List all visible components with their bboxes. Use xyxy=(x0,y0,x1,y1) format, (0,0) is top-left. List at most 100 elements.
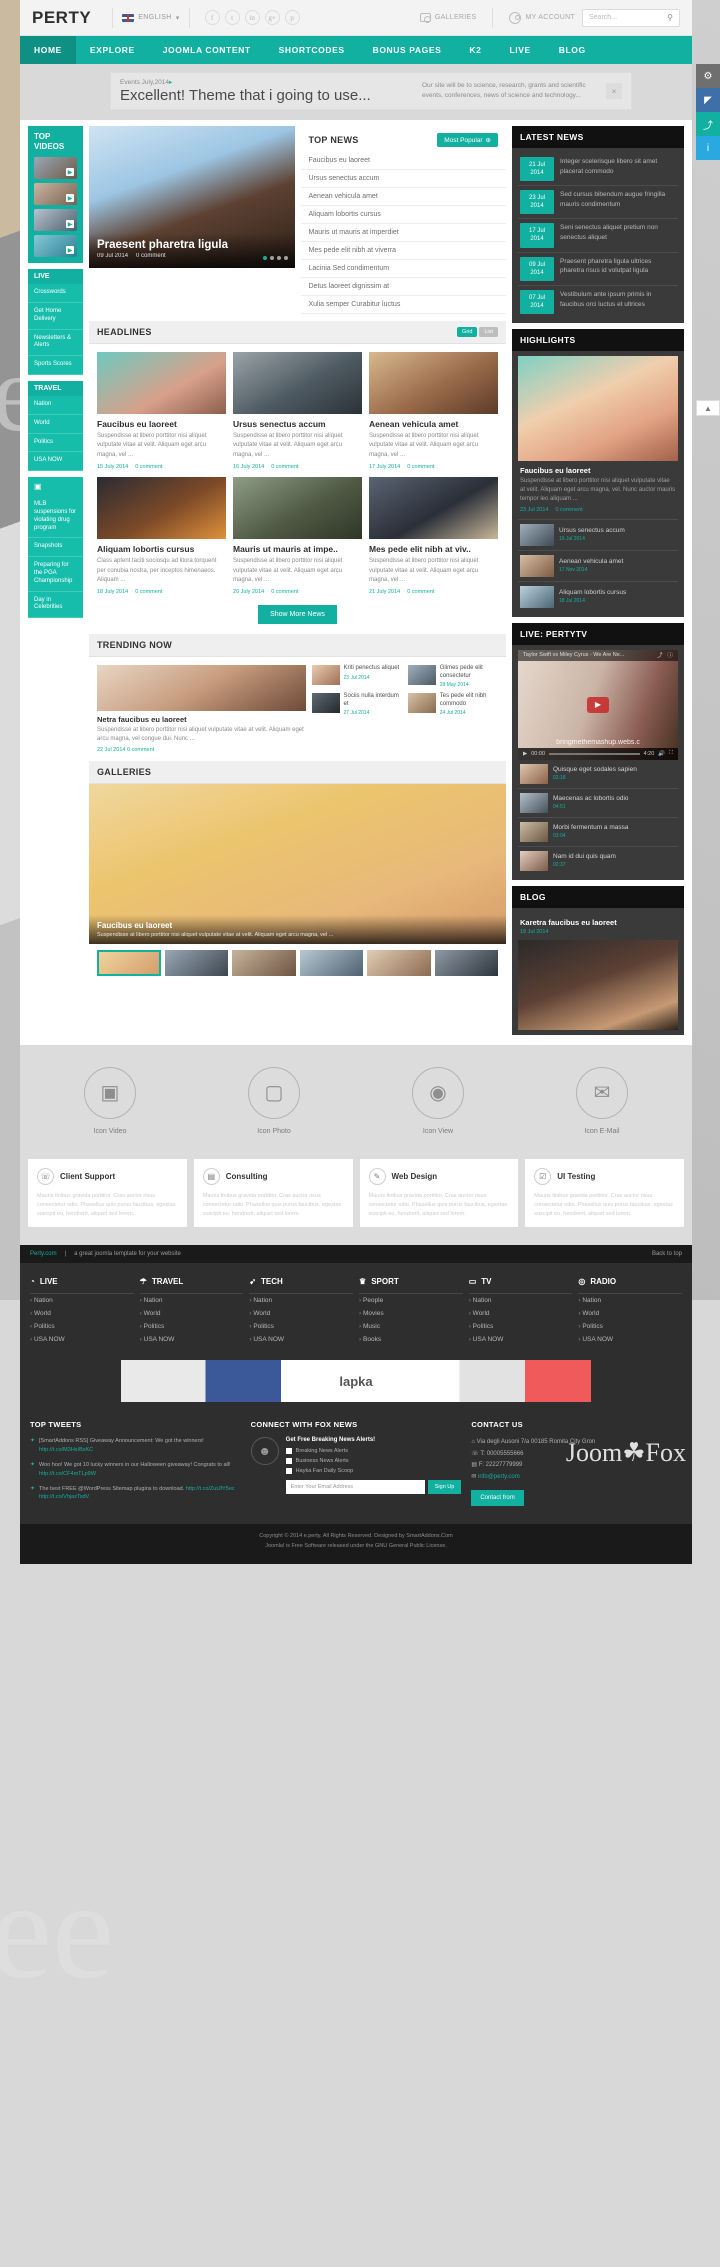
footer-link[interactable]: USA NOW xyxy=(469,1333,573,1346)
checkbox-icon[interactable] xyxy=(285,1458,292,1465)
video-list-item[interactable]: Quisque eget sodales sapien 02:18 xyxy=(518,760,678,789)
headline-card[interactable]: Faucibus eu laoreet Suspendisse at liber… xyxy=(97,352,226,470)
checkbox-icon[interactable] xyxy=(285,1468,292,1475)
gallery-main-image[interactable]: Faucibus eu laoreet Suspendisse at liber… xyxy=(89,784,506,945)
video-thumb[interactable]: ▶ xyxy=(34,209,77,232)
nav-item-bonus-pages[interactable]: BONUS PAGES xyxy=(359,36,456,64)
latest-news-item[interactable]: 21 Jul 2014 Integer scelerisque libero s… xyxy=(518,153,678,187)
carousel-dot[interactable] xyxy=(269,256,274,260)
footer-link[interactable]: Music xyxy=(359,1320,463,1333)
wrench-icon[interactable]: ⚙ xyxy=(696,64,720,88)
trending-item[interactable]: Sociis nulla interdum et 27 Jul 2014 xyxy=(311,693,402,716)
footer-link[interactable]: World xyxy=(249,1307,353,1320)
footer-link[interactable]: World xyxy=(469,1307,573,1320)
latest-news-text[interactable]: Integer scelerisque libero sit amet plac… xyxy=(560,157,676,181)
card-title[interactable]: Mauris ut mauris at impe.. xyxy=(233,544,362,554)
footer-link[interactable]: People xyxy=(359,1294,463,1307)
item-title[interactable]: Kriti penectus aliquet xyxy=(344,665,400,673)
card-title[interactable]: Ursus senectus accum xyxy=(233,419,362,429)
card-title[interactable]: Faucibus eu laoreet xyxy=(97,419,226,429)
language-selector[interactable]: ENGLISH ▾ xyxy=(122,13,179,22)
rail-item-get-home-delivery[interactable]: Get Home Delivery xyxy=(28,302,83,330)
highlights-item[interactable]: Ursus senectus accum 16 Jul 2014 xyxy=(518,518,678,550)
top-news-item[interactable]: Aenean vehicula amet xyxy=(300,188,506,206)
footer-ad-banner[interactable]: lapka xyxy=(121,1360,591,1403)
item-title[interactable]: Nam id dui quis quam xyxy=(553,853,616,860)
gallery-thumb[interactable] xyxy=(367,950,431,977)
item-title[interactable]: Tes pede elit nibh commodo xyxy=(440,693,498,708)
rail-item-mlb[interactable]: MLB suspensions for violating drug progr… xyxy=(28,496,83,539)
top-news-item[interactable]: Ursus senectus accum xyxy=(300,170,506,188)
rail-item-pga[interactable]: Preparing for the PGA Championship xyxy=(28,557,83,592)
trending-item[interactable]: Glimes pede elit consectetur 28 May 2014 xyxy=(407,665,498,688)
footer-link[interactable]: USA NOW xyxy=(249,1333,353,1346)
search-box[interactable]: Search... ⚲ xyxy=(582,8,680,27)
gallery-thumb[interactable] xyxy=(232,950,296,977)
connect-option[interactable]: Hayka Fan Daily Scoop xyxy=(285,1468,462,1475)
item-title[interactable]: Maecenas ac lobortis odio xyxy=(553,795,629,802)
highlights-item[interactable]: Aliquam lobortis cursus 18 Jul 2014 xyxy=(518,580,678,612)
grid-view-button[interactable]: Grid xyxy=(457,327,478,337)
service-card-consulting[interactable]: ▤ Consulting Mauris finibus gravida port… xyxy=(193,1158,353,1228)
footer-link[interactable]: Nation xyxy=(578,1294,682,1307)
card-title[interactable]: Aliquam lobortis cursus xyxy=(97,544,226,554)
rail-item-newsletters-alerts[interactable]: Newsletters & Alerts xyxy=(28,329,83,357)
back-to-top-button[interactable]: ▲ xyxy=(696,400,720,416)
video-thumb[interactable]: ▶ xyxy=(34,183,77,206)
twitter-icon[interactable]: t xyxy=(224,10,240,25)
carousel-dots[interactable] xyxy=(262,256,288,260)
top-news-item[interactable]: Faucibus eu laoreet xyxy=(300,152,506,170)
volume-icon[interactable]: 🔊 xyxy=(658,751,665,757)
sign-up-button[interactable]: Sign Up xyxy=(427,1480,462,1495)
footer-link[interactable]: USA NOW xyxy=(30,1333,134,1346)
icon-block-view[interactable]: ◉ Icon View xyxy=(412,1066,464,1135)
footer-link[interactable]: Politics xyxy=(30,1320,134,1333)
top-news-item[interactable]: Mauris ut mauris at imperdiet xyxy=(300,224,506,242)
item-title[interactable]: Quisque eget sodales sapien xyxy=(553,766,637,773)
search-input[interactable]: Search... xyxy=(589,14,617,21)
latest-news-item[interactable]: 09 Jul 2014 Praesent pharetra ligula ult… xyxy=(518,253,678,286)
footer-brand[interactable]: Perty.com xyxy=(30,1251,57,1257)
footer-link[interactable]: Politics xyxy=(469,1320,573,1333)
rail-item-nation[interactable]: Nation xyxy=(28,395,83,415)
latest-news-text[interactable]: Seni senectus aliquet pretium non senect… xyxy=(560,223,676,247)
share-icon[interactable]: ⤴ xyxy=(657,651,663,659)
galleries-link[interactable]: GALLERIES xyxy=(419,13,477,23)
item-title[interactable]: Aliquam lobortis cursus xyxy=(559,589,626,596)
latest-news-item[interactable]: 07 Jul 2014 Vestibulum ante ipsum primis… xyxy=(518,286,678,318)
video-list-item[interactable]: Nam id dui quis quam 02:37 xyxy=(518,847,678,875)
icon-block-video[interactable]: ▣ Icon Video xyxy=(84,1066,136,1135)
headline-card[interactable]: Aenean vehicula amet Suspendisse at libe… xyxy=(369,352,498,470)
latest-news-item[interactable]: 23 Jul 2014 Sed cursus bibendum augue fr… xyxy=(518,186,678,220)
my-account-link[interactable]: MY ACCOUNT xyxy=(509,11,575,24)
carousel-dot[interactable] xyxy=(283,256,288,260)
rail-item-usa-now[interactable]: USA NOW xyxy=(28,452,83,472)
gallery-thumb[interactable] xyxy=(164,950,228,977)
featured-video[interactable]: Praesent pharetra ligula 09 Jul 2014 0 c… xyxy=(89,126,295,268)
highlights-item[interactable]: Aenean vehicula amet 17 Nov 2014 xyxy=(518,549,678,581)
latest-news-text[interactable]: Vestibulum ante ipsum primis in faucibus… xyxy=(560,290,676,314)
player-controls[interactable]: ▶ 00:00 4:20 🔊 ⛶ xyxy=(518,747,678,760)
item-title[interactable]: Aenean vehicula amet xyxy=(559,558,623,565)
top-news-item[interactable]: Lacinia Sed condimentum xyxy=(300,260,506,278)
most-popular-button[interactable]: Most Popular ⊕ xyxy=(437,133,498,147)
footer-link[interactable]: Books xyxy=(359,1333,463,1346)
gallery-thumb[interactable] xyxy=(299,950,363,977)
share-icon[interactable]: ⤴ xyxy=(696,112,720,136)
info-icon[interactable]: ⓘ xyxy=(667,651,673,659)
email-input[interactable]: Enter Your Email Address xyxy=(285,1480,425,1495)
blog-post-title[interactable]: Karetra faucibus eu laoreet xyxy=(520,918,676,927)
card-title[interactable]: Mes pede elit nibh at viv.. xyxy=(369,544,498,554)
footer-link[interactable]: World xyxy=(140,1307,244,1320)
footer-link[interactable]: Nation xyxy=(469,1294,573,1307)
connect-option[interactable]: Business News Alerts xyxy=(285,1458,462,1465)
gallery-thumb[interactable] xyxy=(434,950,498,977)
rail-item-world[interactable]: World xyxy=(28,414,83,434)
top-news-item[interactable]: Detus laoreet dignissim at xyxy=(300,278,506,296)
tweet-link[interactable]: http://t.co/M3HxIBsKC xyxy=(39,1447,93,1453)
video-thumb[interactable]: ▶ xyxy=(34,235,77,258)
nav-item-explore[interactable]: EXPLORE xyxy=(76,36,149,64)
item-title[interactable]: Sociis nulla interdum et xyxy=(344,693,402,708)
rail-item-celebrities[interactable]: Day in Celebrities xyxy=(28,591,83,619)
play-button[interactable]: ▶ xyxy=(587,696,609,713)
